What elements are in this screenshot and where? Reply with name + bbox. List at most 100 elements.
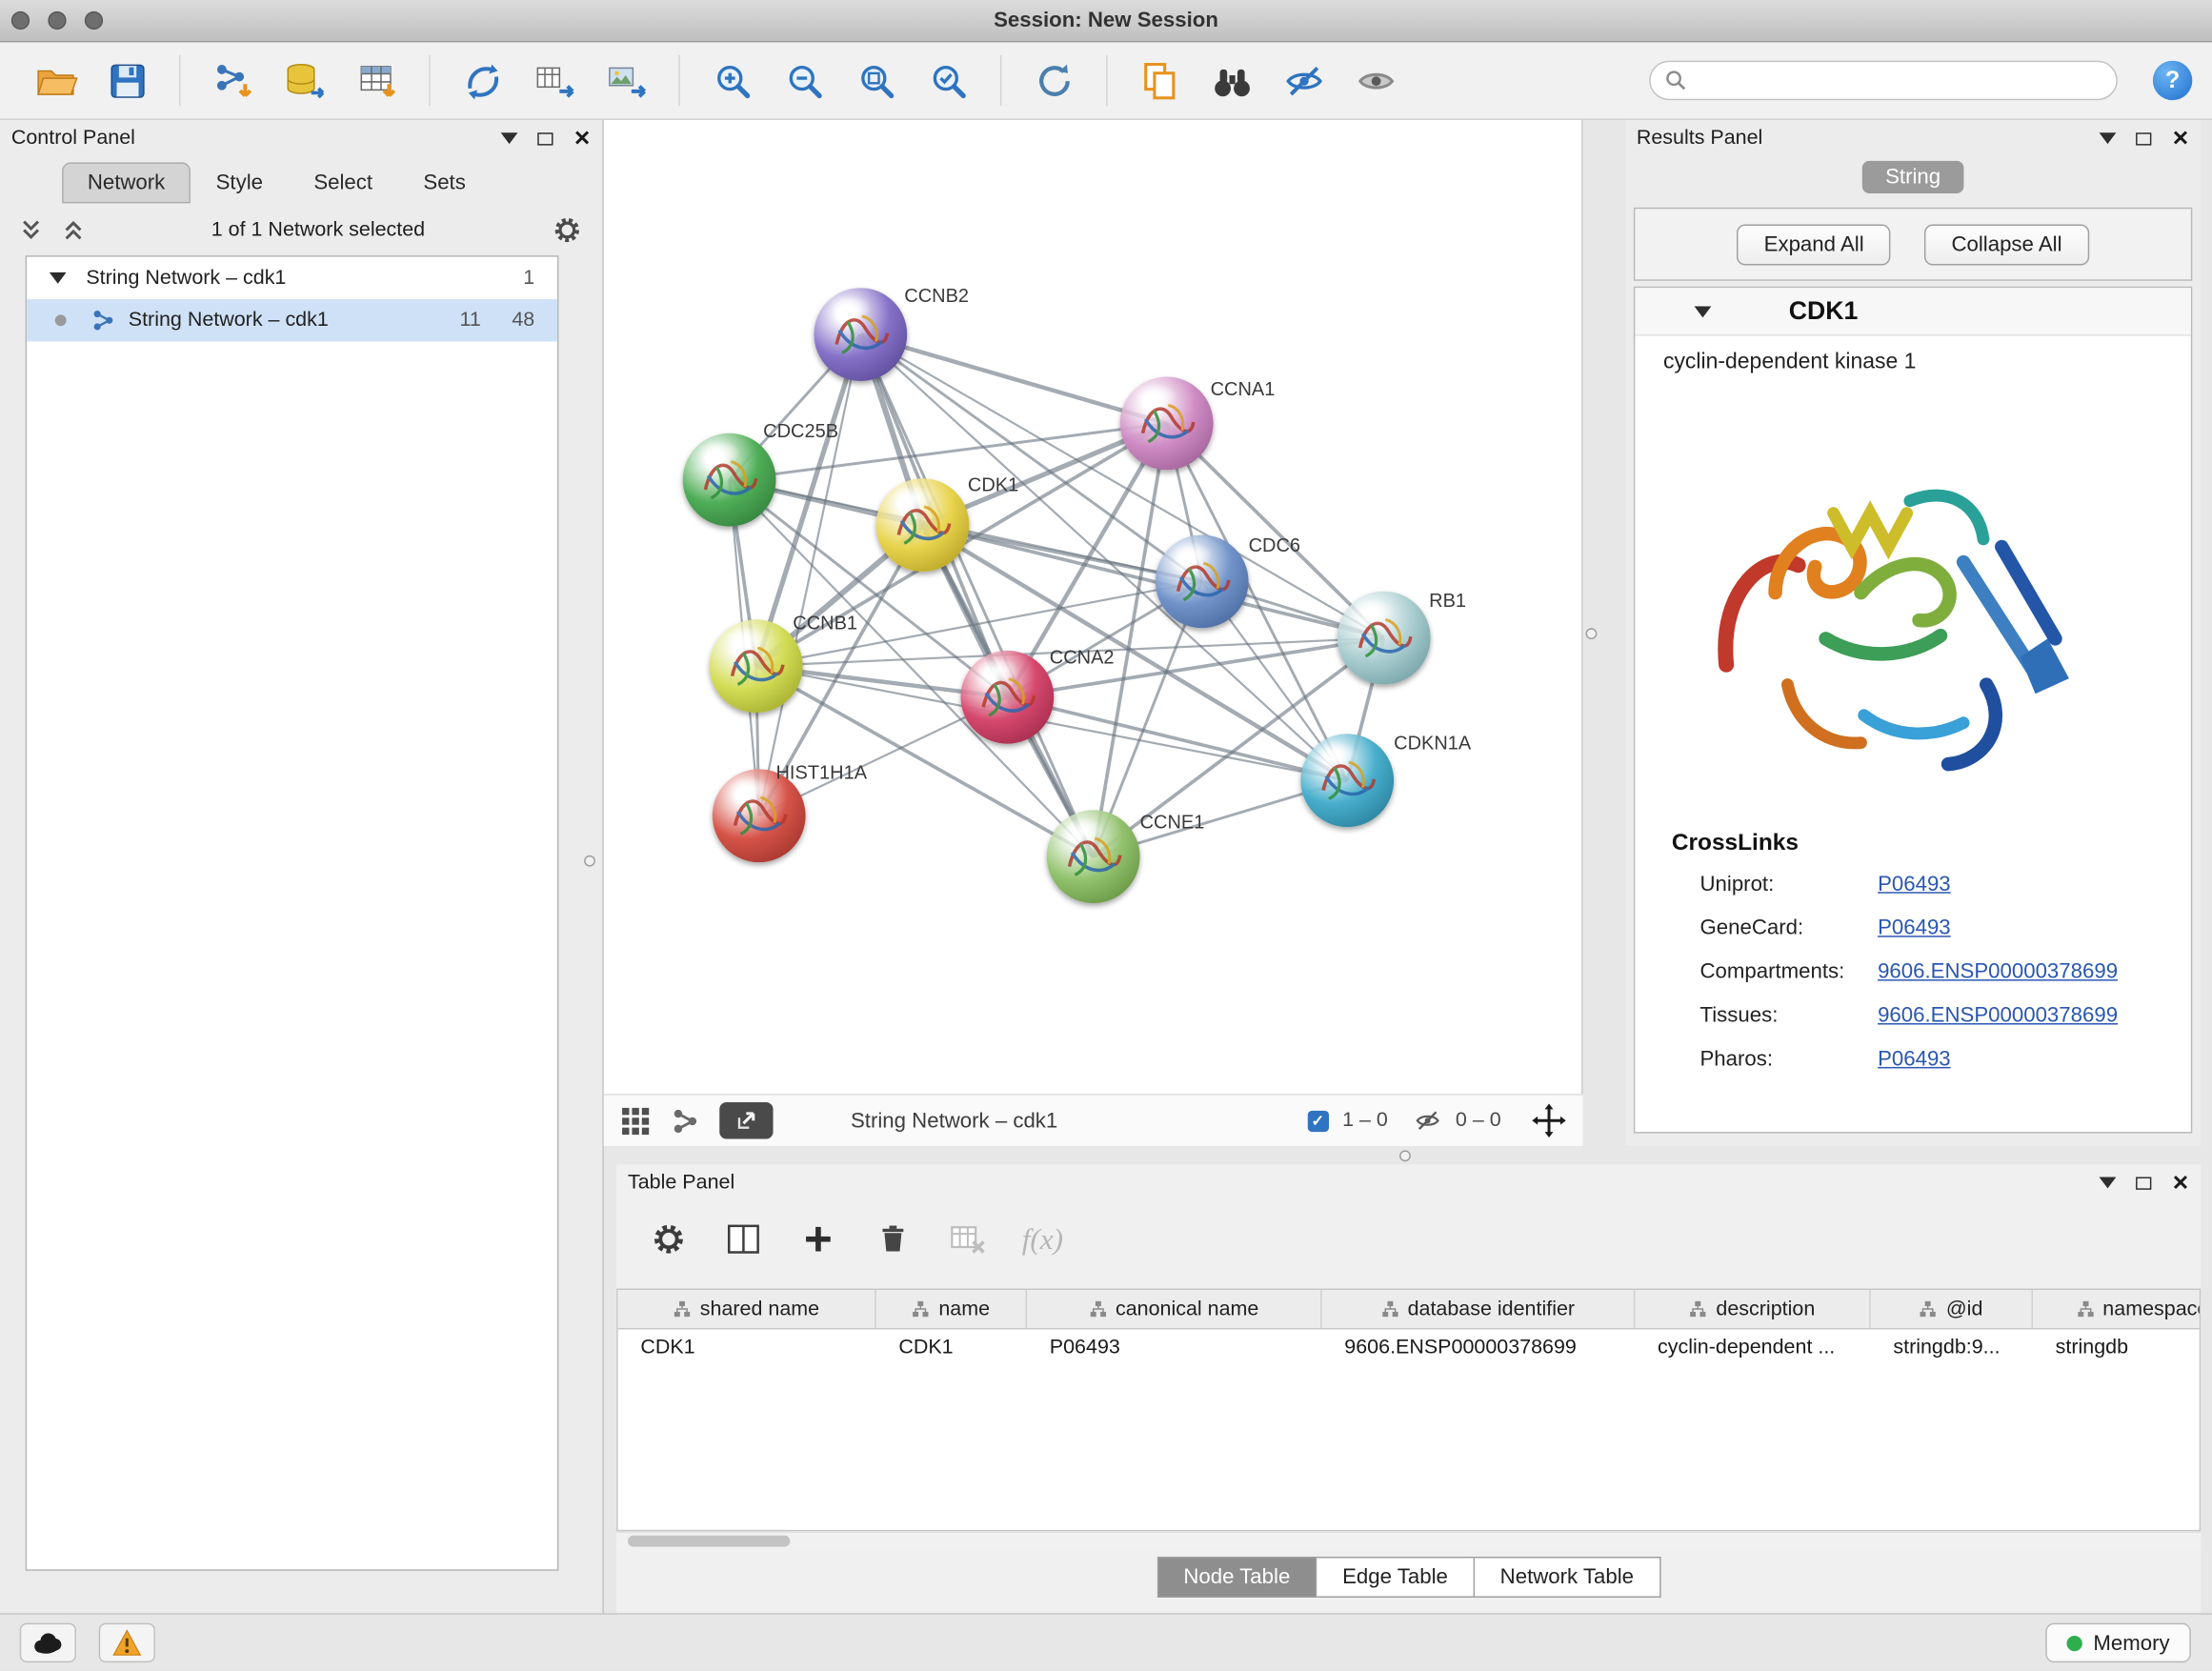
pan-crosshair-icon[interactable] [1532,1103,1566,1137]
horizontal-scrollbar[interactable] [616,1531,2201,1549]
crosslink-link[interactable]: P06493 [1878,873,1951,896]
application-window: Session: New Session [0,0,2212,1671]
network-node-CCNA2[interactable] [960,651,1054,744]
memory-label: Memory [2093,1631,2169,1655]
expand-all-icon[interactable] [62,219,85,242]
warnings-button[interactable] [99,1623,155,1662]
table-settings-button[interactable] [648,1218,690,1259]
crosslink-link[interactable]: 9606.ENSP00000378699 [1878,1003,2118,1027]
table-row[interactable]: CDK1 CDK1 P06493 9606.ENSP00000378699 cy… [618,1329,2200,1366]
network-view-panel: CCNB2CCNA1CDC25BCDK1CDC6RB1CCNB1CCNA2CDK… [604,120,1583,1146]
crosslink-link[interactable]: 9606.ENSP00000378699 [1878,959,2118,983]
network-collection-row[interactable]: String Network – cdk1 1 [27,257,557,299]
column-header[interactable]: database identifier [1322,1290,1636,1328]
status-bar: Memory [0,1613,2212,1671]
close-panel-icon[interactable]: ✕ [573,128,592,149]
birds-eye-view-icon[interactable] [672,1107,698,1134]
memory-button[interactable]: Memory [2045,1623,2191,1662]
selected-checkbox-icon[interactable]: ✓ [1307,1110,1328,1131]
panel-menu-icon[interactable] [2100,1177,2117,1188]
splitter-handle[interactable] [1586,628,1598,639]
import-network-from-file-button[interactable] [203,50,262,110]
create-column-button[interactable] [797,1218,839,1259]
delete-table-button[interactable] [947,1218,989,1259]
column-header[interactable]: description [1635,1290,1870,1328]
zoom-selected-button[interactable] [918,50,977,110]
tab-node-table[interactable]: Node Table [1156,1557,1317,1598]
tab-string[interactable]: String [1862,161,1962,193]
open-session-button[interactable] [26,50,85,110]
export-network-button[interactable] [525,50,584,110]
find-button[interactable] [1202,50,1261,110]
import-network-from-database-button[interactable] [275,50,334,110]
hidden-eye-icon[interactable] [1413,1106,1441,1135]
show-columns-button[interactable] [722,1218,764,1259]
close-panel-icon[interactable]: ✕ [2172,1172,2190,1193]
minimize-window-button[interactable] [48,11,66,30]
close-window-button[interactable] [11,11,30,30]
column-header[interactable]: @id [1871,1290,2033,1328]
node-label: CCNA1 [1211,378,1276,399]
tab-edge-table[interactable]: Edge Table [1317,1557,1475,1598]
gear-icon[interactable] [552,214,583,246]
float-panel-icon[interactable] [538,132,553,145]
show-graphics-details-button[interactable] [1346,50,1405,110]
network-node-CCNB1[interactable] [710,619,803,713]
zoom-in-button[interactable] [702,50,761,110]
tab-network-table[interactable]: Network Table [1475,1557,1660,1598]
bent-arrows-icon [461,58,505,102]
column-header[interactable]: canonical name [1027,1290,1322,1328]
duplicate-network-button[interactable] [1130,50,1189,110]
network-node-CDC6[interactable] [1156,534,1249,628]
network-row[interactable]: String Network – cdk1 11 48 [27,299,557,341]
network-node-CCNE1[interactable] [1047,810,1140,903]
network-node-CCNA1[interactable] [1120,377,1214,471]
zoom-out-button[interactable] [774,50,834,110]
tab-network[interactable]: Network [62,162,191,203]
import-table-from-file-button[interactable] [347,50,406,110]
close-panel-icon[interactable]: ✕ [2172,128,2190,149]
tab-style[interactable]: Style [191,162,289,203]
tab-select[interactable]: Select [289,162,398,203]
scrollbar-thumb[interactable] [628,1536,790,1547]
grid-view-icon[interactable] [621,1106,651,1136]
expand-all-button[interactable]: Expand All [1738,224,1891,265]
network-node-RB1[interactable] [1337,592,1431,685]
network-canvas[interactable]: CCNB2CCNA1CDC25BCDK1CDC6RB1CCNB1CCNA2CDK… [604,120,1583,1094]
tree-expander-icon[interactable] [50,272,67,284]
panel-menu-icon[interactable] [501,132,518,144]
delete-column-button[interactable] [872,1218,914,1259]
column-header[interactable]: namespace [2033,1290,2201,1328]
zoom-fit-button[interactable] [847,50,906,110]
help-button[interactable]: ? [2153,61,2192,100]
detach-view-button[interactable] [719,1102,773,1139]
function-builder-button[interactable]: f(x) [1021,1218,1063,1259]
new-network-from-selection-button[interactable] [452,50,512,110]
save-session-button[interactable] [97,50,156,110]
tab-sets[interactable]: Sets [398,162,492,203]
crosslink-link[interactable]: P06493 [1878,916,1951,939]
cloud-status-button[interactable] [20,1623,76,1662]
crosslink-link[interactable]: P06493 [1878,1047,1951,1071]
network-node-CCNB2[interactable] [814,288,907,381]
hide-selected-button[interactable] [1274,50,1333,110]
splitter-handle[interactable] [584,856,595,867]
network-node-CDC25B[interactable] [683,433,776,527]
splitter-handle[interactable] [1399,1150,1411,1161]
apply-preferred-layout-button[interactable] [1024,50,1083,110]
network-node-CDK1[interactable] [876,478,970,572]
export-image-button[interactable] [596,50,655,110]
collapse-all-icon[interactable] [20,219,43,242]
column-header[interactable]: name [876,1290,1027,1328]
entry-collapse-icon[interactable] [1695,306,1712,317]
float-panel-icon[interactable] [2137,1177,2152,1189]
column-header[interactable]: shared name [618,1290,876,1328]
zoom-window-button[interactable] [85,11,103,30]
collapse-all-button[interactable]: Collapse All [1924,224,2088,265]
float-panel-icon[interactable] [2137,132,2152,145]
network-node-CDKN1A[interactable] [1300,734,1394,827]
panel-menu-icon[interactable] [2100,132,2117,144]
search-input[interactable] [1696,70,2101,92]
open-in-new-icon [735,1109,758,1132]
table-panel-title: Table Panel [628,1172,734,1195]
